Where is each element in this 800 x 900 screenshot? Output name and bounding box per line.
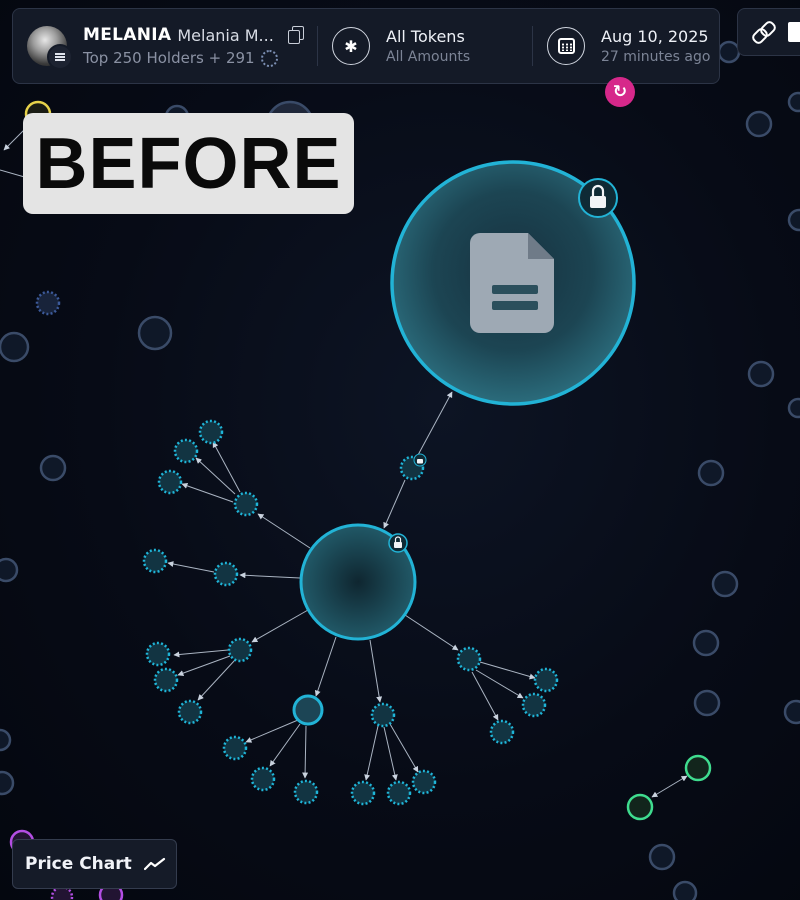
date-picker-button[interactable]: Aug 10, 2025 27 minutes ago <box>533 9 719 83</box>
cluster-wallet-node[interactable] <box>233 491 259 517</box>
token-filter-button[interactable]: ✱ All Tokens All Amounts <box>318 9 532 83</box>
holders-count: Top 250 Holders + 291 <box>83 49 255 67</box>
wallet-node[interactable] <box>692 629 720 657</box>
wallet-node[interactable] <box>693 689 721 717</box>
cluster-wallet-node[interactable] <box>145 641 171 667</box>
wallet-node[interactable] <box>684 754 712 782</box>
wallet-node[interactable] <box>745 110 773 138</box>
wallet-node[interactable] <box>783 699 800 725</box>
before-overlay-label: BEFORE <box>23 113 354 214</box>
cluster-wallet-node[interactable] <box>489 719 515 745</box>
cluster-wallet-node[interactable] <box>521 692 547 718</box>
sub-hub-bubble[interactable] <box>292 694 324 726</box>
wallet-node[interactable] <box>787 397 800 419</box>
token-name: Melania M... <box>177 25 274 45</box>
cluster-wallet-node[interactable] <box>411 769 437 795</box>
price-chart-button[interactable]: Price Chart <box>12 839 177 889</box>
wallet-node[interactable] <box>39 454 67 482</box>
cluster-wallet-node[interactable] <box>142 548 168 574</box>
cluster-wallet-node[interactable] <box>227 637 253 663</box>
token-avatar <box>27 26 73 70</box>
cluster-wallet-node[interactable] <box>173 438 199 464</box>
lock-icon <box>578 178 618 218</box>
filter-subtitle: All Amounts <box>386 49 471 65</box>
trend-icon <box>143 857 165 871</box>
wallet-node[interactable] <box>0 557 19 583</box>
snapshot-date: Aug 10, 2025 <box>601 27 709 46</box>
cluster-wallet-node[interactable] <box>350 780 376 806</box>
wallet-node[interactable] <box>0 770 15 796</box>
wallet-node[interactable] <box>717 40 741 64</box>
cluster-wallet-node[interactable] <box>157 469 183 495</box>
wallet-node[interactable] <box>747 360 775 388</box>
cluster-wallet-node[interactable] <box>293 779 319 805</box>
cluster-wallet-node[interactable] <box>177 699 203 725</box>
wallet-node[interactable] <box>711 570 739 598</box>
share-toolbar <box>737 8 800 56</box>
lock-icon <box>413 453 427 467</box>
wallet-node[interactable] <box>787 91 800 113</box>
cluster-wallet-node[interactable] <box>386 780 412 806</box>
refresh-icon: ↻ <box>612 82 628 102</box>
lock-icon <box>388 533 408 553</box>
cluster-wallet-node[interactable] <box>222 735 248 761</box>
wallet-node[interactable] <box>787 208 800 232</box>
wallet-node[interactable] <box>648 843 676 871</box>
link-icon[interactable] <box>752 21 774 43</box>
solana-icon <box>47 44 73 70</box>
cluster-wallet-node[interactable] <box>213 561 239 587</box>
panel-icon[interactable] <box>788 22 800 42</box>
snapshot-age: 27 minutes ago <box>601 49 711 65</box>
refresh-button[interactable]: ↻ <box>605 77 635 107</box>
copy-icon[interactable] <box>287 26 304 44</box>
spinner-icon <box>260 49 278 67</box>
wallet-node[interactable] <box>0 728 12 752</box>
document-icon <box>470 233 554 333</box>
wallet-node[interactable] <box>0 331 30 363</box>
wallet-node[interactable] <box>137 315 173 351</box>
token-selector[interactable]: MELANIA Melania M... Top 250 Holders + 2… <box>13 9 317 83</box>
wallet-node[interactable] <box>35 290 61 316</box>
cluster-wallet-node[interactable] <box>533 667 559 693</box>
wallet-node[interactable] <box>697 459 725 487</box>
asterisk-icon: ✱ <box>332 27 370 65</box>
cluster-wallet-node[interactable] <box>198 419 224 445</box>
calendar-icon <box>547 27 585 65</box>
token-ticker: MELANIA <box>83 25 172 45</box>
cluster-wallet-node[interactable] <box>153 667 179 693</box>
wallet-node[interactable] <box>672 880 698 900</box>
token-header-bar: MELANIA Melania M... Top 250 Holders + 2… <box>12 8 720 84</box>
cluster-wallet-node[interactable] <box>456 646 482 672</box>
price-chart-label: Price Chart <box>25 854 132 874</box>
filter-title: All Tokens <box>386 27 465 46</box>
wallet-node[interactable] <box>626 793 654 821</box>
cluster-wallet-node[interactable] <box>250 766 276 792</box>
cluster-wallet-node[interactable] <box>370 702 396 728</box>
